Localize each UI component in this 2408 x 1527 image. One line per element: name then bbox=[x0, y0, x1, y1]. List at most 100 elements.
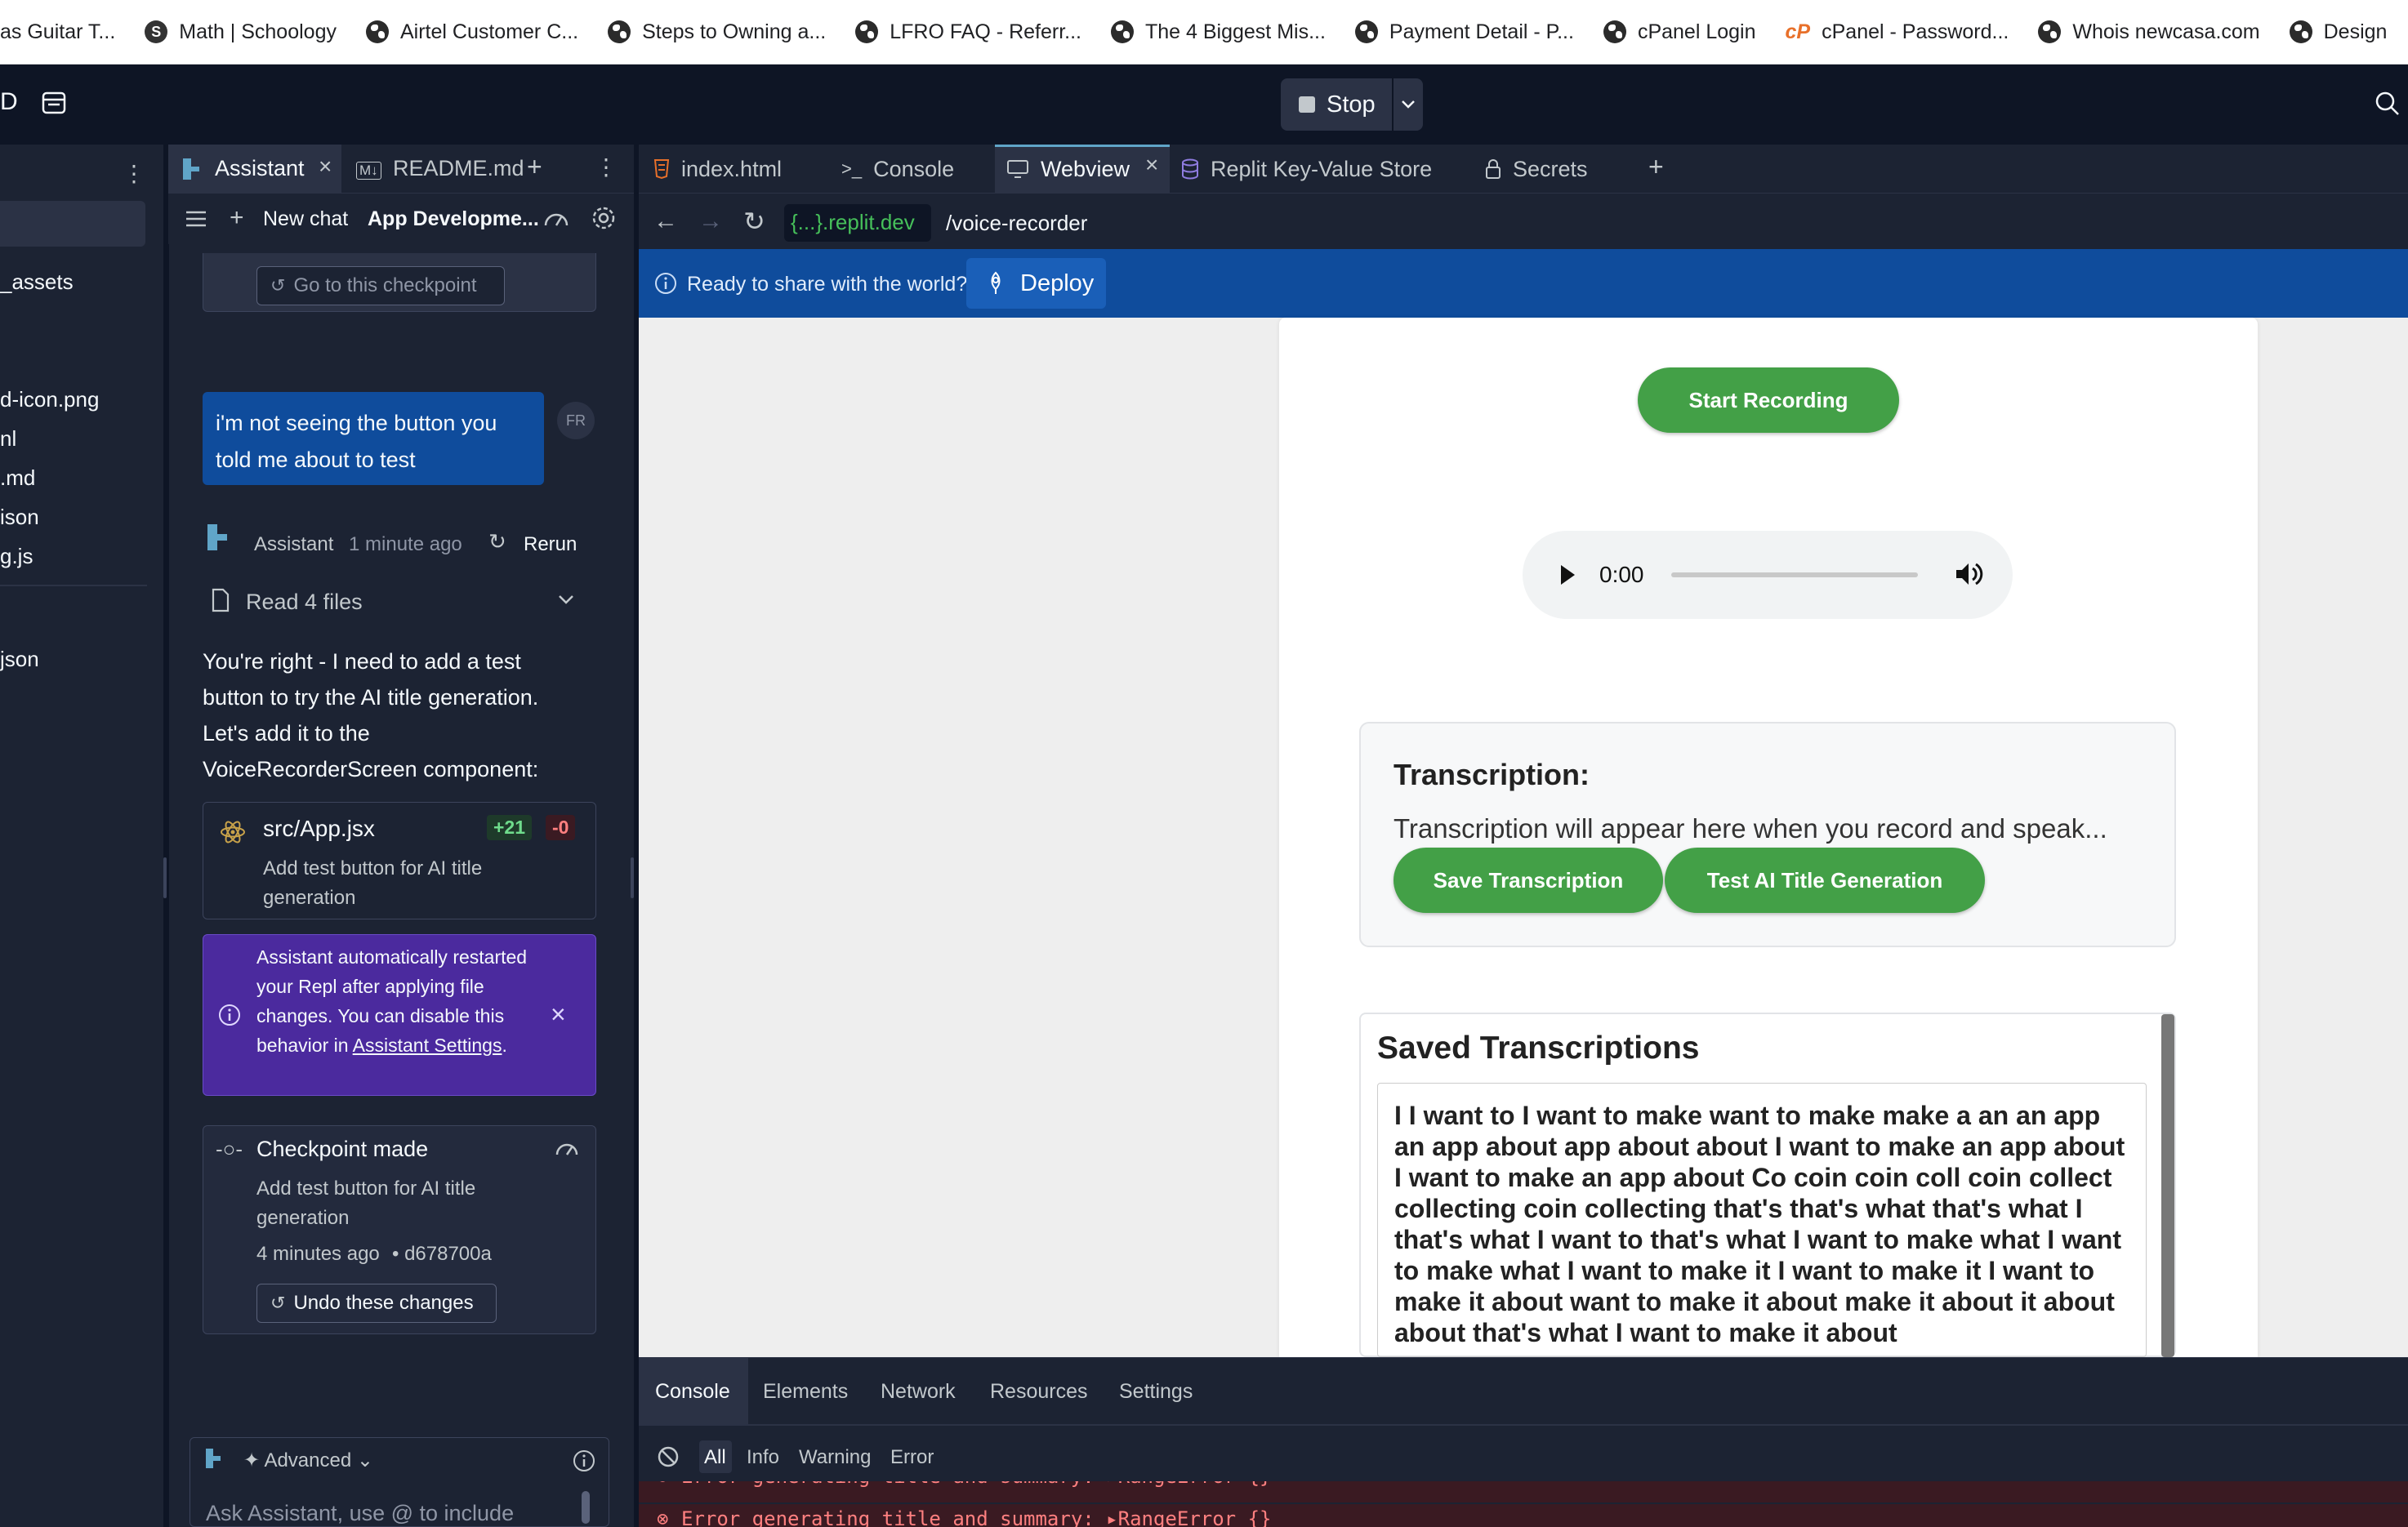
bookmark-item[interactable]: LFRO FAQ - Referr... bbox=[841, 0, 1096, 64]
replit-logo-icon bbox=[206, 523, 229, 556]
close-icon[interactable]: × bbox=[319, 154, 332, 180]
tab-webview[interactable]: Webview bbox=[1006, 145, 1130, 194]
url-input[interactable]: /voice-recorder bbox=[931, 204, 2408, 242]
bookmark-label: Whois newcasa.com bbox=[2072, 20, 2260, 43]
bookmark-item[interactable]: Whois newcasa.com bbox=[2023, 0, 2274, 64]
test-ai-title-button[interactable]: Test AI Title Generation bbox=[1665, 848, 1985, 913]
bookmark-item[interactable]: cP cPanel - Password... bbox=[1771, 0, 2024, 64]
undo-icon: ↺ bbox=[270, 1293, 286, 1313]
react-icon bbox=[219, 818, 247, 850]
user-message: i'm not seeing the button you told me ab… bbox=[203, 392, 544, 485]
search-icon[interactable] bbox=[2374, 90, 2401, 122]
filter-error[interactable]: Error bbox=[890, 1446, 934, 1469]
devtools-tab-network[interactable]: Network bbox=[881, 1380, 956, 1404]
bookmark-item[interactable]: cPanel Login bbox=[1589, 0, 1771, 64]
chat-title[interactable]: App Developme... bbox=[368, 207, 539, 231]
close-icon[interactable]: × bbox=[1145, 152, 1158, 178]
file-item[interactable]: nl bbox=[0, 426, 16, 452]
go-to-checkpoint-button[interactable]: ↺ Go to this checkpoint bbox=[256, 266, 505, 305]
assistant-name: Assistant bbox=[254, 533, 334, 555]
file-search[interactable] bbox=[0, 201, 145, 247]
add-tab-icon[interactable]: + bbox=[527, 152, 542, 182]
panel-resize-handle[interactable] bbox=[163, 857, 167, 898]
panel-resize-handle[interactable] bbox=[631, 857, 634, 898]
more-icon[interactable]: ⋮ bbox=[595, 154, 618, 180]
save-transcription-button[interactable]: Save Transcription bbox=[1394, 848, 1663, 913]
volume-icon[interactable] bbox=[1954, 560, 1983, 592]
bookmark-label: Design bbox=[2323, 20, 2388, 43]
console-error-row[interactable]: ⊗ Error generating title and summary: ▸R… bbox=[639, 1481, 2408, 1503]
run-options-dropdown[interactable] bbox=[1394, 78, 1423, 131]
devtools-tab-settings[interactable]: Settings bbox=[1119, 1380, 1193, 1404]
bookmark-item[interactable]: Payment Detail - P... bbox=[1340, 0, 1589, 64]
tab-console[interactable]: >_ Console bbox=[841, 145, 954, 194]
tab-key-value-store[interactable]: Replit Key-Value Store bbox=[1181, 145, 1432, 194]
schoology-icon: S bbox=[145, 20, 168, 43]
bookmark-item[interactable]: Airtel Customer C... bbox=[351, 0, 593, 64]
bookmark-label: cPanel Login bbox=[1637, 20, 1756, 43]
file-item[interactable]: ison bbox=[0, 505, 39, 530]
bookmark-item[interactable]: S Math | Schoology bbox=[130, 0, 351, 64]
notice-period: . bbox=[502, 1035, 507, 1056]
chat-list-icon[interactable] bbox=[185, 209, 207, 233]
info-icon[interactable] bbox=[572, 1449, 596, 1477]
devtools-tab-resources[interactable]: Resources bbox=[990, 1380, 1088, 1404]
bookmark-item[interactable]: Design bbox=[2275, 0, 2402, 64]
file-panel-menu-icon[interactable]: ⋮ bbox=[123, 160, 145, 187]
add-tab-icon[interactable]: + bbox=[1648, 152, 1664, 182]
new-chat-button[interactable]: New chat bbox=[263, 207, 348, 231]
mode-label: Advanced bbox=[264, 1449, 352, 1471]
error-icon: ⊗ bbox=[657, 1481, 668, 1488]
tab-readme[interactable]: README.md bbox=[393, 156, 524, 181]
audio-seek-bar[interactable] bbox=[1671, 572, 1918, 577]
devtools-tab-console[interactable]: Console bbox=[655, 1380, 730, 1404]
back-icon[interactable]: ← bbox=[653, 207, 678, 235]
gear-icon[interactable] bbox=[590, 204, 618, 236]
mode-selector[interactable]: ✦ Advanced ⌄ bbox=[243, 1449, 373, 1472]
app-topbar bbox=[0, 65, 2408, 145]
undo-changes-button[interactable]: ↺ Undo these changes bbox=[256, 1284, 497, 1323]
deploy-button[interactable]: Deploy bbox=[966, 258, 1106, 309]
bookmark-item[interactable]: The 4 Biggest Mis... bbox=[1096, 0, 1340, 64]
gauge-icon[interactable] bbox=[554, 1138, 580, 1162]
saved-transcription-item[interactable]: I I want to I want to make want to make … bbox=[1377, 1083, 2147, 1357]
info-icon bbox=[217, 1003, 242, 1031]
tab-index-html[interactable]: index.html bbox=[653, 145, 782, 194]
devtools-tab-elements[interactable]: Elements bbox=[763, 1380, 848, 1404]
start-recording-button[interactable]: Start Recording bbox=[1638, 367, 1899, 433]
layout-icon[interactable] bbox=[41, 90, 67, 116]
gauge-icon[interactable] bbox=[542, 207, 570, 233]
file-item[interactable]: d-icon.png bbox=[0, 387, 99, 412]
html-icon bbox=[653, 159, 670, 180]
bookmark-item[interactable]: Steps to Owning a... bbox=[593, 0, 841, 64]
file-item[interactable]: .md bbox=[0, 465, 35, 491]
tab-secrets[interactable]: Secrets bbox=[1485, 145, 1588, 194]
bookmark-item[interactable]: as Guitar T... bbox=[0, 0, 130, 64]
rerun-button[interactable]: Rerun bbox=[524, 533, 577, 556]
filter-info[interactable]: Info bbox=[747, 1446, 779, 1469]
reload-icon[interactable]: ↻ bbox=[743, 206, 765, 237]
assistant-settings-link[interactable]: Assistant Settings bbox=[353, 1035, 502, 1056]
filter-all[interactable]: All bbox=[704, 1446, 726, 1469]
file-item[interactable]: _assets bbox=[0, 269, 74, 295]
bookmark-label: LFRO FAQ - Referr... bbox=[890, 20, 1081, 43]
filter-warning[interactable]: Warning bbox=[799, 1446, 871, 1469]
bookmark-label: cPanel - Password... bbox=[1822, 20, 2009, 43]
input-scrollbar[interactable] bbox=[582, 1491, 590, 1524]
stop-button[interactable]: Stop bbox=[1281, 78, 1392, 131]
read-files-toggle[interactable]: Read 4 files bbox=[246, 590, 363, 615]
bookmark-label: Payment Detail - P... bbox=[1389, 20, 1574, 43]
file-item[interactable]: json bbox=[0, 647, 39, 672]
play-icon[interactable] bbox=[1559, 563, 1576, 590]
chevron-down-icon[interactable] bbox=[557, 593, 575, 610]
url-domain: {...}.replit.dev bbox=[791, 210, 915, 234]
bookmark-label: as Guitar T... bbox=[0, 20, 116, 43]
go-to-checkpoint-label: Go to this checkpoint bbox=[293, 274, 477, 296]
chat-input[interactable]: Ask Assistant, use @ to include bbox=[190, 1485, 598, 1527]
console-error-row[interactable]: ⊗ Error generating title and summary: ▸R… bbox=[639, 1504, 2408, 1527]
saved-scrollbar[interactable] bbox=[2161, 1014, 2174, 1357]
forward-icon[interactable]: → bbox=[698, 207, 723, 235]
file-item[interactable]: g.js bbox=[0, 544, 33, 569]
clear-console-icon[interactable] bbox=[657, 1445, 680, 1472]
close-icon[interactable]: × bbox=[551, 999, 566, 1030]
